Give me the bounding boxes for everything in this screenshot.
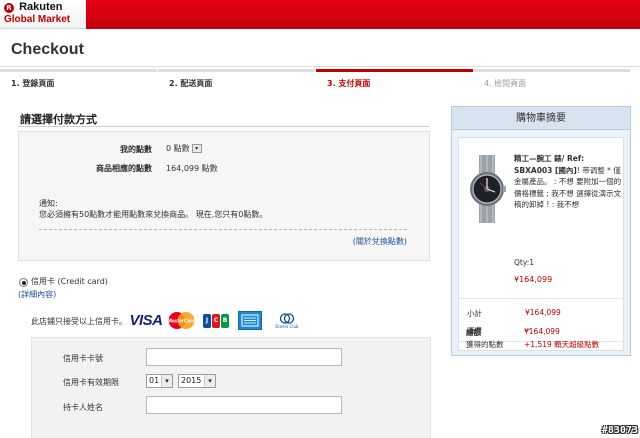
- section-divider: [18, 126, 430, 127]
- points-exchange-link[interactable]: (關於兌換點數): [353, 236, 407, 247]
- my-points-label: 我的點數: [120, 145, 152, 154]
- card-number-input[interactable]: [146, 348, 342, 366]
- step-label: 2. 配送頁面: [169, 79, 213, 88]
- rakuten-r-icon: R: [4, 3, 14, 13]
- title-divider: [0, 66, 640, 67]
- payment-section-title: 請選擇付款方式: [20, 113, 97, 126]
- step-label: 3. 支付頁面: [327, 79, 371, 88]
- credit-card-radio[interactable]: [19, 278, 28, 287]
- product-price: ¥164,099: [514, 275, 553, 284]
- svg-text:MasterCard: MasterCard: [168, 319, 196, 325]
- expiry-month-value: 01: [149, 376, 160, 385]
- card-form: 信用卡卡號 信用卡有效期限 01 ▾ 2015 ▾ 持卡人姓名: [31, 337, 431, 438]
- cart-summary-body: 精工—腕工 錶/ Ref: SBXA003 [國內]! 带调整 * 僅金屬產品。…: [458, 137, 624, 351]
- credit-card-label[interactable]: 信用卡 (Credit card): [31, 276, 108, 287]
- notice-text: 您必須擁有50點數才能用點數來兌換商品。 現在,您只有0點數。: [39, 210, 268, 219]
- expiry-year-select[interactable]: 2015 ▾: [178, 374, 216, 388]
- subtotal-label: 小計: [467, 309, 482, 318]
- amex-icon: [241, 314, 259, 327]
- watermark: #83073: [601, 425, 638, 436]
- amex-logo: [238, 311, 262, 330]
- subtotal-value: ¥164,099: [525, 308, 561, 317]
- points-panel: 我的點數 0 點數 ▾ 商品相應的點數 164,099 點數 通知: 您必須擁有5…: [18, 131, 430, 261]
- cart-summary-title: 購物車摘要: [452, 107, 630, 130]
- mastercard-icon: MasterCard: [168, 312, 196, 329]
- step-payment: 3. 支付頁面: [316, 69, 473, 89]
- chevron-down-icon: ▾: [204, 375, 215, 387]
- step-shipping[interactable]: 2. 配送頁面: [158, 69, 315, 89]
- notice-title: 通知:: [39, 199, 58, 208]
- accepted-cards-text: 此店鋪只接受以上信用卡。: [31, 317, 127, 326]
- cart-divider: [459, 298, 623, 299]
- total-value: ¥164,099: [524, 327, 560, 336]
- top-bar: R Rakuten Global Market: [0, 0, 640, 29]
- my-points-value: 0 點數: [166, 144, 190, 153]
- product-watch-image[interactable]: [467, 155, 507, 223]
- expiry-month-select[interactable]: 01 ▾: [146, 374, 173, 388]
- jcb-logo: JCB: [203, 311, 229, 330]
- points-earned-value: +1,519 顆天超級點數: [524, 340, 600, 349]
- dashed-divider: [39, 229, 407, 230]
- logo-sub-text: Global Market: [4, 14, 71, 25]
- expiry-year-value: 2015: [181, 376, 202, 385]
- checkout-steps: 1. 登錄頁面 2. 配送頁面 3. 支付頁面 4. 檢閱頁面: [0, 69, 637, 94]
- my-points-value-group: 0 點數 ▾: [166, 143, 202, 154]
- product-points-value: 164,099 點數: [166, 164, 218, 173]
- expiry-label: 信用卡有效期限: [63, 378, 119, 387]
- product-qty: Qty:1: [514, 258, 535, 267]
- diners-club-logo: Diners Club: [273, 311, 301, 330]
- credit-card-details-link[interactable]: (詳細內容): [18, 289, 56, 300]
- cardholder-label: 持卡人姓名: [63, 403, 103, 412]
- brand-red-bar: [86, 0, 640, 29]
- page-title: Checkout: [11, 41, 84, 58]
- points-earned-label: 獲得的點數: [466, 340, 504, 349]
- diners-icon: [279, 312, 295, 324]
- step-label: 1. 登錄頁面: [11, 79, 55, 88]
- visa-logo: VISA: [129, 312, 163, 329]
- step-label: 4. 檢閱頁面: [484, 79, 527, 88]
- product-points-label: 商品相應的點數: [96, 164, 152, 173]
- card-number-label: 信用卡卡號: [63, 354, 103, 363]
- cart-summary: 購物車摘要 精工—腕工 錶/ Ref: SBXA003 [國內]! 带调整 * …: [451, 106, 631, 356]
- step-login[interactable]: 1. 登錄頁面: [0, 69, 157, 89]
- product-name-title: 精工—腕工 錶/ Ref: SBXA003 [國內]: [514, 154, 585, 175]
- step-review: 4. 檢閱頁面: [473, 69, 630, 89]
- product-name[interactable]: 精工—腕工 錶/ Ref: SBXA003 [國內]! 带调整 * 僅金屬產品。…: [514, 153, 624, 211]
- rakuten-logo[interactable]: R Rakuten Global Market: [4, 2, 70, 25]
- points-dropdown[interactable]: ▾: [191, 144, 202, 153]
- chevron-down-icon: ▾: [161, 375, 172, 387]
- cardholder-input[interactable]: [146, 396, 342, 414]
- mastercard-logo: MasterCard: [166, 311, 197, 330]
- logo-brand-text: Rakuten: [19, 1, 63, 13]
- total-label: 總額: [466, 328, 481, 337]
